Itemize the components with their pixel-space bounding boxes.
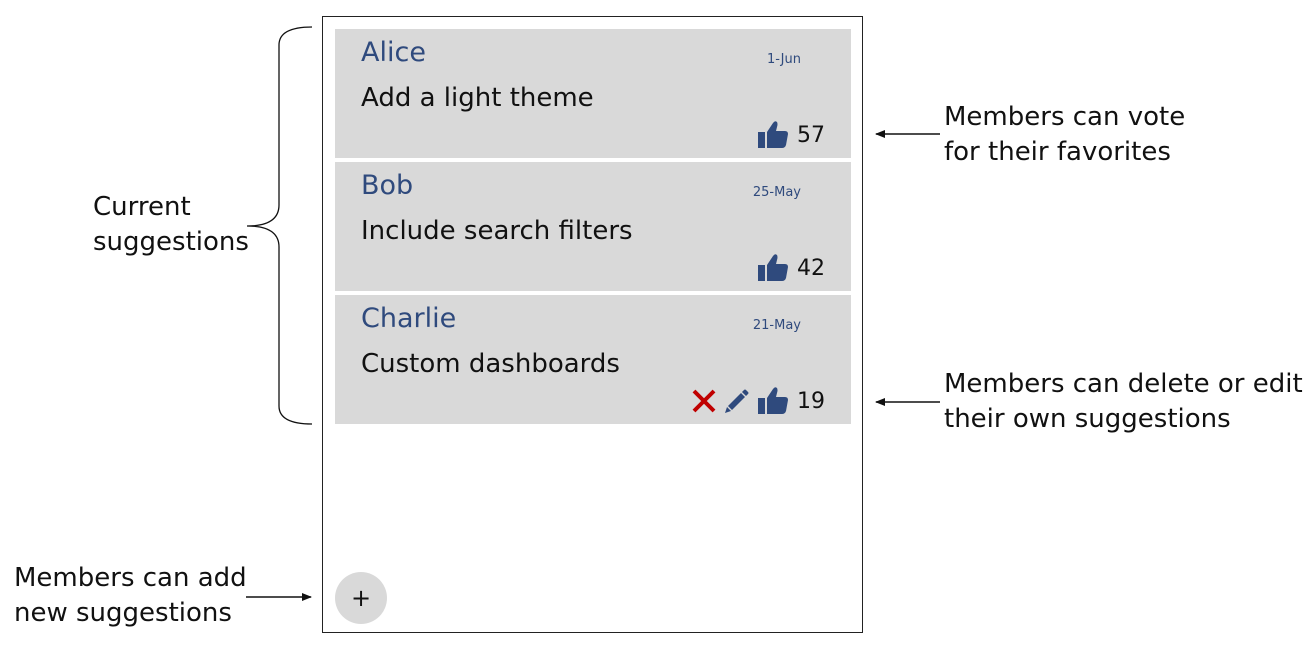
annotation-current-suggestions: Current suggestions — [93, 190, 249, 260]
annotation-line: Members can add — [14, 563, 247, 593]
pencil-icon[interactable] — [723, 387, 751, 415]
suggestion-actions: 57 — [757, 120, 825, 150]
vote-count: 42 — [797, 255, 825, 281]
suggestion-text: Include search filters — [361, 216, 633, 246]
annotation-line: Current — [93, 192, 191, 222]
suggestion-date: 1-Jun — [767, 52, 801, 67]
annotation-line: their own suggestions — [944, 404, 1231, 434]
suggestion-date: 21-May — [752, 318, 801, 333]
thumbs-up-icon[interactable] — [757, 253, 789, 283]
suggestion-actions: 42 — [757, 253, 825, 283]
suggestion-text: Custom dashboards — [361, 349, 620, 379]
suggestion-actions: 19 — [691, 386, 825, 416]
suggestion-card: Alice 1-Jun Add a light theme 57 — [335, 29, 851, 158]
annotation-line: Members can vote — [944, 102, 1186, 132]
plus-icon: + — [350, 584, 372, 612]
annotation-vote: Members can vote for their favorites — [944, 100, 1185, 170]
vote-count: 19 — [797, 388, 825, 414]
annotation-add: Members can add new suggestions — [14, 561, 247, 631]
suggestion-author: Charlie — [361, 303, 457, 334]
add-suggestion-button[interactable]: + — [335, 572, 387, 624]
close-icon[interactable] — [691, 388, 717, 414]
suggestion-author: Alice — [361, 37, 426, 68]
suggestion-card: Charlie 21-May Custom dashboards 19 — [335, 295, 851, 424]
suggestions-panel: Alice 1-Jun Add a light theme 57 Bob 25-… — [322, 16, 863, 633]
annotation-line: Members can delete or edit — [944, 369, 1303, 399]
annotation-line: for their favorites — [944, 137, 1171, 167]
suggestion-author: Bob — [361, 170, 414, 201]
annotation-line: suggestions — [93, 227, 249, 257]
annotation-line: new suggestions — [14, 598, 232, 628]
suggestion-date: 25-May — [752, 185, 801, 200]
thumbs-up-icon[interactable] — [757, 120, 789, 150]
vote-count: 57 — [797, 122, 825, 148]
suggestion-text: Add a light theme — [361, 83, 594, 113]
suggestion-card: Bob 25-May Include search filters 42 — [335, 162, 851, 291]
thumbs-up-icon[interactable] — [757, 386, 789, 416]
annotation-delete-edit: Members can delete or edit their own sug… — [944, 367, 1303, 437]
current-suggestions-brace — [246, 26, 313, 425]
